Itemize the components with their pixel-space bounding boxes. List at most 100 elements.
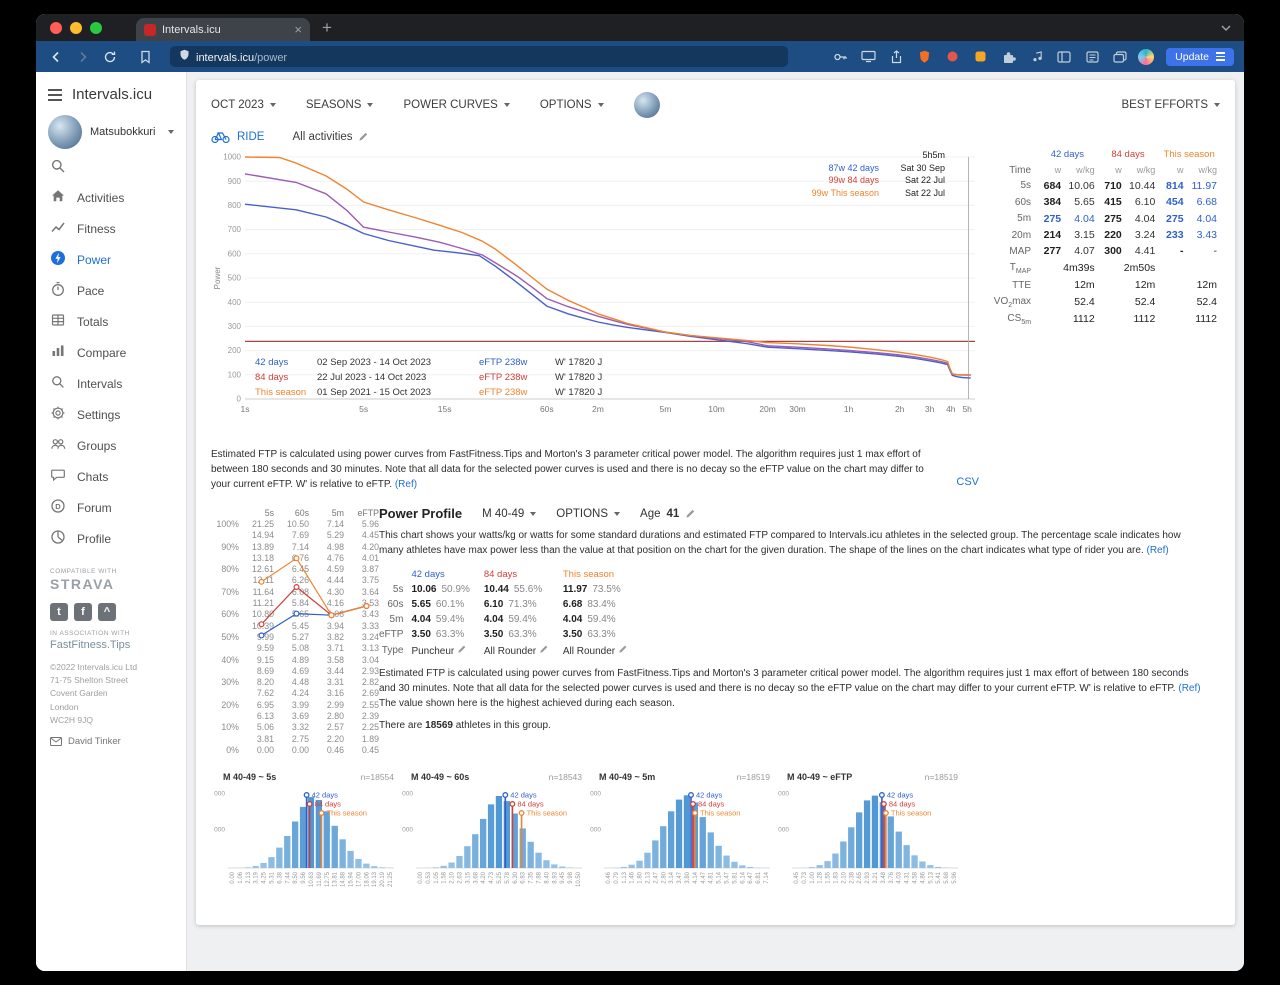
svg-text:0.00: 0.00 [418,872,424,884]
stats-table: 42 days84 daysThis seasonTimeww/kgww/kgw… [989,147,1220,328]
page-toolbar: OCT 2023 SEASONS POWER CURVES OPTIONS BE… [211,88,1220,124]
contact-row[interactable]: David Tinker [50,736,172,747]
sidebar-item-compare[interactable]: Compare [36,337,186,368]
chevron-down-icon [270,103,276,107]
sidebar-item-intervals[interactable]: Intervals [36,368,186,399]
ref-link[interactable]: (Ref) [1147,545,1169,556]
sidebar-item-forum[interactable]: DForum [36,492,186,523]
svg-text:D: D [55,502,61,511]
sidebar-item-chats[interactable]: Chats [36,461,186,492]
percentile-table: 5s60s5meFTP100%21.2510.507.145.9614.947.… [211,506,384,756]
svg-text:7.44: 7.44 [285,872,291,884]
histogram-panel[interactable]: M 40-49 ~ eFTPn=18519 0000000.450.731.00… [775,772,962,903]
site-shield-icon[interactable] [179,48,190,66]
sidebar-item-pace[interactable]: Pace [36,275,186,306]
fastfitness-link[interactable]: FastFitness.Tips [50,639,172,651]
reader-mode-icon[interactable] [1082,47,1102,67]
key-icon[interactable] [830,47,850,67]
svg-text:900: 900 [228,177,242,186]
minimize-window-button[interactable] [70,22,82,34]
back-button[interactable] [46,47,66,67]
sidebar-item-label: Settings [77,408,120,422]
url-bar[interactable]: intervals.icu/power [170,46,788,67]
age-value: 41 [667,508,680,520]
power-bolt-icon [50,250,66,269]
tabs-chevron-icon[interactable] [1220,19,1232,37]
svg-text:5.78: 5.78 [505,872,511,884]
chevron-down-icon [530,512,536,516]
extension-rewards-icon[interactable] [942,47,962,67]
company-address: ©2022 Intervals.icu Ltd 71-75 Shelton St… [50,661,172,727]
table-row: 5s10.0650.9%10.4455.6%11.9773.5% [379,582,642,597]
svg-text:This season: This season [891,809,931,818]
app-title: Intervals.icu [72,86,152,103]
tab-overview-icon[interactable] [1110,47,1130,67]
ref-link[interactable]: (Ref) [395,479,417,490]
sidebar-item-power[interactable]: Power [36,244,186,275]
seasons-dropdown[interactable]: SEASONS [306,99,374,111]
histogram-svg: 0000000.000.531.051.582.102.633.153.684.… [399,782,586,898]
share-icon[interactable] [886,47,906,67]
power-curve-chart[interactable]: 010020030040050060070080090010001s5s15s6… [211,147,983,492]
sidebar-item-totals[interactable]: Totals [36,306,186,337]
table-row: 3.812.752.201.89 [211,734,384,745]
user-menu[interactable]: Matsubokkuri [36,111,186,151]
distribution-histograms: M 40-49 ~ 5sn=18554 0000000.001.062.133.… [211,772,1220,903]
sidebar-item-profile[interactable]: Profile [36,523,186,554]
group-dropdown[interactable]: M 40-49 [482,508,536,520]
extension-icon-2[interactable] [970,47,990,67]
svg-text:2.80: 2.80 [661,872,667,884]
svg-text:3.80: 3.80 [685,872,691,884]
sidebar-item-fitness[interactable]: Fitness [36,213,186,244]
histogram-panel[interactable]: M 40-49 ~ 60sn=18543 0000000.000.531.051… [399,772,586,903]
histogram-panel[interactable]: M 40-49 ~ 5sn=18554 0000000.001.062.133.… [211,772,398,903]
tab-ride[interactable]: RIDE [211,130,264,143]
sidebar-search-button[interactable] [36,151,186,182]
sidebar-item-groups[interactable]: Groups [36,430,186,461]
svg-text:5s: 5s [359,404,368,414]
power-curves-dropdown[interactable]: POWER CURVES [403,99,509,111]
svg-text:000: 000 [590,827,601,834]
power-profile-section: 5s60s5meFTP100%21.2510.507.145.9614.947.… [211,506,1220,756]
screen-share-icon[interactable] [858,47,878,67]
forward-button[interactable] [73,47,93,67]
date-dropdown[interactable]: OCT 2023 [211,99,276,111]
svg-text:12.75: 12.75 [325,872,331,888]
facebook-icon[interactable]: f [74,603,92,621]
strava-icon[interactable]: ^ [98,603,116,621]
profile-options-dropdown[interactable]: OPTIONS [556,508,620,520]
options-dropdown[interactable]: OPTIONS [540,99,604,111]
close-window-button[interactable] [50,22,62,34]
browser-titlebar: Intervals.icu × + [36,14,1244,41]
tab-favicon-icon [144,24,156,36]
brave-shield-icon[interactable] [914,47,934,67]
tab-close-icon[interactable]: × [294,23,302,36]
update-button[interactable]: Update [1166,48,1234,66]
sidebar-item-settings[interactable]: Settings [36,399,186,430]
sidebar-toggle-icon[interactable] [1054,47,1074,67]
activity-filter[interactable]: All activities [292,131,368,143]
hamburger-menu-icon[interactable] [48,89,62,101]
ref-link[interactable]: (Ref) [1178,683,1200,694]
media-note-icon[interactable] [1026,47,1046,67]
browser-tab[interactable]: Intervals.icu × [136,18,310,41]
table-row: 60s5.6560.1%6.1071.3%6.6883.4% [379,597,642,612]
new-tab-button[interactable]: + [322,19,332,36]
table-row: eFTP3.5063.3%3.5063.3%3.5063.3% [379,627,642,642]
svg-text:700: 700 [228,225,242,234]
reload-button[interactable] [100,47,120,67]
histogram-panel[interactable]: M 40-49 ~ 5mn=18519 0000000.460.791.131.… [587,772,774,903]
best-efforts-dropdown[interactable]: BEST EFFORTS [1122,99,1220,111]
zoom-window-button[interactable] [90,22,102,34]
svg-text:84 days: 84 days [517,800,544,809]
csv-link[interactable]: CSV [956,476,979,488]
svg-text:6.38: 6.38 [277,872,283,884]
athlete-avatar[interactable] [634,92,660,118]
extensions-puzzle-icon[interactable] [998,47,1018,67]
twitter-icon[interactable]: t [50,603,68,621]
bookmark-icon[interactable] [135,47,155,67]
power-profile-chart[interactable]: 5s60s5meFTP100%21.2510.507.145.9614.947.… [211,506,363,756]
age-field[interactable]: Age41 [640,508,696,520]
profile-avatar-icon[interactable] [1138,49,1154,65]
sidebar-item-activities[interactable]: Activities [36,182,186,213]
